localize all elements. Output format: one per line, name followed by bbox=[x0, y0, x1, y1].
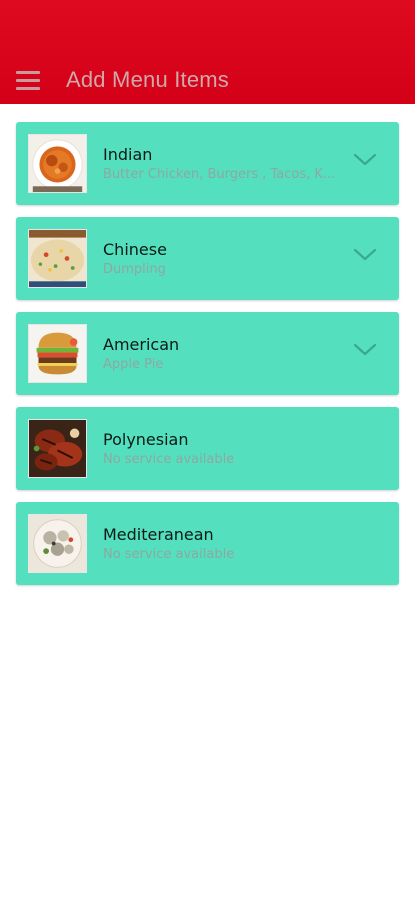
menu-line bbox=[16, 86, 40, 90]
category-name: Polynesian bbox=[103, 430, 189, 449]
curry-bowl-image bbox=[28, 134, 87, 193]
menu-line bbox=[16, 78, 40, 82]
category-name: Chinese bbox=[103, 240, 167, 259]
grilled-meat-image bbox=[28, 419, 87, 478]
hamburger-menu-icon[interactable] bbox=[12, 64, 44, 96]
menu-line bbox=[16, 70, 40, 74]
chevron-down-icon[interactable] bbox=[353, 342, 377, 358]
burger-image bbox=[28, 324, 87, 383]
category-name: Mediteranean bbox=[103, 525, 214, 544]
category-items: No service available bbox=[103, 547, 235, 562]
category-items: No service available bbox=[103, 452, 235, 467]
chevron-down-icon[interactable] bbox=[353, 152, 377, 168]
fried-rice-image bbox=[28, 229, 87, 288]
app-bar: Add Menu Items bbox=[0, 0, 415, 104]
category-card-american[interactable]: American Apple Pie bbox=[16, 312, 399, 395]
category-items: Dumpling bbox=[103, 262, 166, 277]
page-title: Add Menu Items bbox=[66, 67, 229, 92]
category-name: American bbox=[103, 335, 180, 354]
category-card-mediteranean[interactable]: Mediteranean No service available bbox=[16, 502, 399, 585]
category-card-indian[interactable]: Indian Butter Chicken, Burgers , Tacos, … bbox=[16, 122, 399, 205]
category-items: Apple Pie bbox=[103, 357, 164, 372]
chevron-down-icon[interactable] bbox=[353, 247, 377, 263]
category-list: Indian Butter Chicken, Burgers , Tacos, … bbox=[16, 122, 399, 597]
category-card-chinese[interactable]: Chinese Dumpling bbox=[16, 217, 399, 300]
category-items: Butter Chicken, Burgers , Tacos, K... bbox=[103, 167, 336, 182]
category-card-polynesian[interactable]: Polynesian No service available bbox=[16, 407, 399, 490]
mezze-plate-image bbox=[28, 514, 87, 573]
category-name: Indian bbox=[103, 145, 153, 164]
